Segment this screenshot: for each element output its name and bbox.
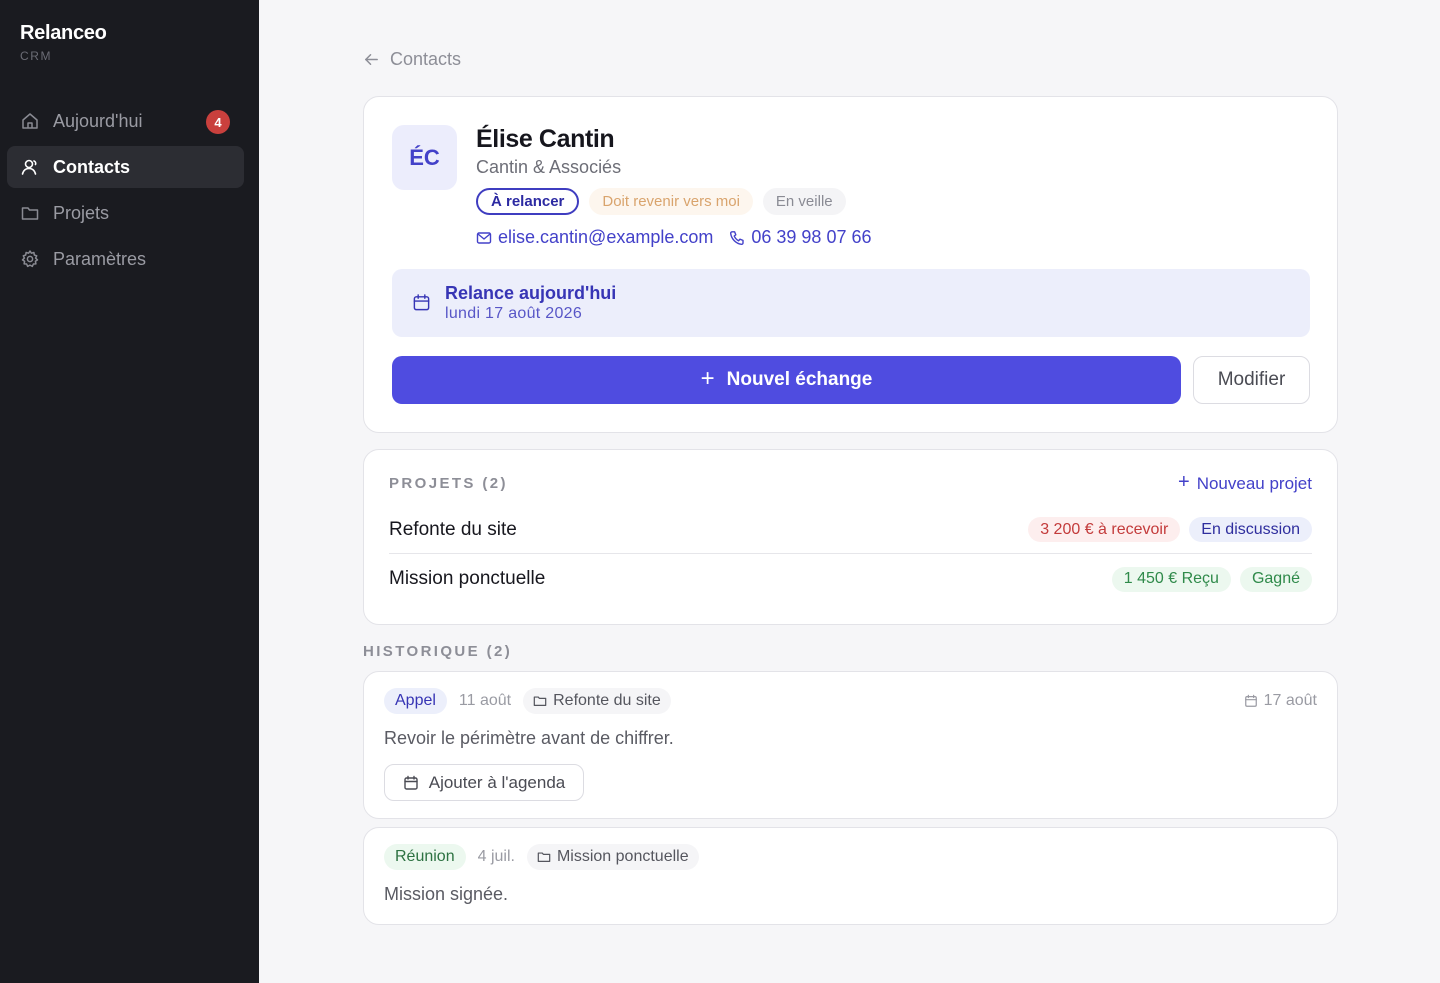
sidebar-item-projects[interactable]: Projets: [7, 192, 244, 234]
add-to-agenda-button[interactable]: Ajouter à l'agenda: [384, 764, 584, 801]
add-to-agenda-label: Ajouter à l'agenda: [428, 772, 566, 792]
project-name: Refonte du site: [389, 518, 517, 540]
entry-text: Revoir le périmètre avant de chiffrer.: [384, 728, 674, 748]
gear-icon: [20, 249, 40, 269]
entry-text: Mission signée.: [384, 884, 509, 904]
tag-a-relancer[interactable]: À relancer: [476, 188, 580, 215]
tag-en-veille[interactable]: En veille: [762, 188, 846, 215]
amount-badge: 3 200 € à recevoir: [1028, 517, 1181, 542]
status-badge: En discussion: [1189, 517, 1312, 542]
sidebar-item-label: Aujourd'hui: [53, 110, 143, 131]
folder-icon: [20, 203, 40, 223]
sidebar-item-label: Paramètres: [53, 248, 147, 269]
back-label: Contacts: [390, 49, 462, 69]
history-entry: Réunion 4 juil. Mission ponctuelle Missi…: [363, 827, 1338, 925]
app-subtitle: CRM: [20, 49, 53, 63]
sidebar-nav: Aujourd'hui 4 Contacts Projets Paramètre…: [7, 100, 244, 284]
calendar-icon: [413, 294, 430, 311]
reminder-date: lundi 17 août 2026: [445, 305, 583, 322]
entry-type-badge: Appel: [384, 688, 447, 714]
projects-card: PROJETS (2) + Nouveau projet Refonte du …: [363, 449, 1338, 625]
sidebar-item-contacts[interactable]: Contacts: [7, 146, 244, 188]
reminder-banner: Relance aujourd'hui lundi 17 août 2026: [392, 269, 1310, 337]
notification-badge: 4: [206, 110, 230, 134]
phone-link[interactable]: 06 39 98 07 66: [729, 227, 872, 248]
history-title: HISTORIQUE (2): [363, 643, 513, 660]
entry-project-name: Refonte du site: [553, 692, 661, 709]
entry-due-text: 17 août: [1263, 692, 1317, 709]
calendar-icon: [1244, 694, 1257, 707]
project-badges: 3 200 € à recevoir En discussion: [1019, 517, 1312, 542]
entry-due-date: 17 août: [1244, 692, 1317, 710]
project-row[interactable]: Mission ponctuelle 1 450 € Reçu Gagné: [389, 555, 1312, 603]
contact-name: Élise Cantin: [476, 125, 615, 153]
entry-date: 4 juil.: [477, 848, 515, 865]
folder-icon: [533, 696, 547, 706]
history-entry-header: Réunion 4 juil. Mission ponctuelle: [384, 844, 699, 870]
entry-type-badge: Réunion: [384, 844, 466, 870]
calendar-icon: [404, 775, 418, 790]
phone-text: 06 39 98 07 66: [751, 227, 872, 247]
status-badge: Gagné: [1239, 566, 1312, 592]
sidebar-item-label: Projets: [53, 202, 110, 223]
arrow-left-icon: [365, 54, 378, 65]
project-row[interactable]: Refonte du site 3 200 € à recevoir En di…: [389, 506, 1312, 554]
new-project-button[interactable]: + Nouveau projet: [1178, 471, 1312, 494]
reminder-title: Relance aujourd'hui: [445, 283, 617, 303]
sidebar-item-label: Contacts: [53, 156, 131, 177]
contact-links: elise.cantin@example.com 06 39 98 07 66: [476, 227, 888, 248]
home-icon: [20, 111, 40, 131]
entry-project-chip[interactable]: Refonte du site: [523, 688, 671, 714]
projects-title: PROJETS (2): [389, 475, 508, 492]
sidebar-item-today[interactable]: Aujourd'hui 4: [7, 100, 244, 142]
brand: Relanceo CRM: [20, 22, 107, 63]
entry-date: 11 août: [458, 692, 512, 709]
project-name: Mission ponctuelle: [389, 568, 546, 589]
contact-card: ÉC Élise Cantin Cantin & Associés À rela…: [363, 96, 1338, 433]
history-entry-header: Appel 11 août Refonte du site: [384, 688, 671, 714]
mail-icon: [476, 231, 492, 244]
contacts-icon: [20, 157, 40, 177]
project-badges: 1 450 € Reçu Gagné: [1103, 566, 1312, 592]
new-exchange-button[interactable]: + Nouvel échange: [392, 356, 1181, 404]
folder-icon: [537, 852, 551, 862]
tag-doit-revenir[interactable]: Doit revenir vers moi: [589, 188, 753, 215]
entry-project-chip[interactable]: Mission ponctuelle: [526, 844, 699, 870]
back-to-contacts-link[interactable]: Contacts: [363, 49, 461, 70]
entry-project-name: Mission ponctuelle: [556, 848, 689, 865]
new-project-label: Nouveau projet: [1196, 473, 1312, 493]
email-text: elise.cantin@example.com: [498, 227, 714, 247]
edit-button[interactable]: Modifier: [1193, 356, 1310, 404]
email-link[interactable]: elise.cantin@example.com: [476, 227, 713, 248]
phone-icon: [730, 230, 745, 245]
amount-badge: 1 450 € Reçu: [1111, 566, 1231, 592]
contact-company: Cantin & Associés: [476, 157, 622, 177]
history-entry: Appel 11 août Refonte du site 17 août Re…: [363, 671, 1338, 819]
contact-tags: À relancer Doit revenir vers moi En veil…: [476, 188, 856, 215]
plus-icon: +: [700, 364, 715, 392]
app-name: Relanceo: [20, 22, 107, 44]
sidebar-item-settings[interactable]: Paramètres: [7, 238, 244, 280]
plus-icon: +: [1178, 471, 1190, 493]
avatar: ÉC: [392, 125, 457, 190]
new-exchange-label: Nouvel échange: [726, 369, 873, 390]
sidebar: Relanceo CRM Aujourd'hui 4 Contacts Proj…: [0, 0, 259, 983]
